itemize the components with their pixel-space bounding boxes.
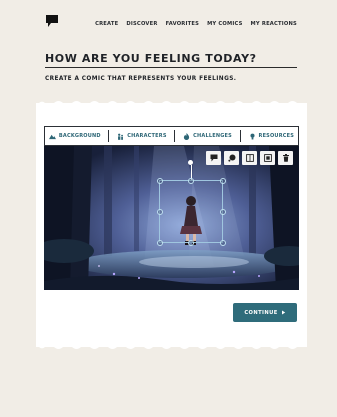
- layer-icon: [263, 154, 272, 162]
- resize-handle-w[interactable]: [156, 209, 163, 215]
- tab-resources[interactable]: RESOURCES: [249, 133, 295, 140]
- resize-handle-ne[interactable]: [219, 177, 226, 184]
- page-subtitle: CREATE A COMIC THAT REPRESENTS YOUR FEEL…: [45, 76, 237, 82]
- mountain-icon: [48, 134, 56, 139]
- title-divider: [45, 67, 297, 69]
- continue-label: CONTINUE: [244, 309, 278, 316]
- tab-challenges[interactable]: CHALLENGES: [183, 132, 232, 140]
- nav-links: CREATE DISCOVER FAVORITES MY COMICS MY R…: [95, 21, 297, 27]
- page-title: HOW ARE YOU FEELING TODAY?: [45, 52, 257, 65]
- layer-tool-button[interactable]: [260, 151, 275, 165]
- characters-icon: [118, 133, 124, 140]
- resize-handle-se[interactable]: [219, 239, 226, 246]
- flip-tool-button[interactable]: [242, 151, 257, 165]
- resize-handle-nw[interactable]: [156, 177, 163, 184]
- tab-divider: [174, 130, 176, 142]
- tab-label: BACKGROUND: [58, 133, 101, 139]
- fire-icon: [184, 132, 190, 140]
- nav-link-create[interactable]: CREATE: [95, 21, 118, 27]
- resize-handle-n[interactable]: [188, 177, 194, 184]
- tab-label: RESOURCES: [258, 133, 295, 139]
- thought-bubble-icon: [227, 154, 235, 162]
- editor-tabs: BACKGROUND CHARACTERS CHALLENGES RESOURC…: [44, 126, 299, 146]
- speech-bubble-tool-button[interactable]: [206, 151, 221, 165]
- character-selection-box[interactable]: [156, 177, 226, 246]
- trash-icon: [282, 154, 289, 162]
- nav-link-favorites[interactable]: FAVORITES: [166, 21, 200, 27]
- nav-link-discover[interactable]: DISCOVER: [126, 21, 157, 27]
- canvas-toolbar: [206, 151, 293, 165]
- tab-label: CHARACTERS: [127, 133, 167, 139]
- resize-handle-sw[interactable]: [156, 239, 163, 246]
- card-wave-bottom: [36, 343, 307, 349]
- nav-link-my-reactions[interactable]: MY REACTIONS: [251, 21, 297, 27]
- nav-link-my-comics[interactable]: MY COMICS: [207, 21, 242, 27]
- lightbulb-icon: [250, 133, 255, 139]
- speech-bubble-icon: [210, 154, 217, 162]
- continue-button[interactable]: CONTINUE: [233, 303, 297, 322]
- tab-background[interactable]: BACKGROUND: [48, 133, 101, 140]
- resize-handle-s[interactable]: [188, 239, 194, 246]
- tab-divider: [239, 130, 241, 142]
- resize-handle-e[interactable]: [219, 209, 226, 215]
- speech-bubble-icon[interactable]: [45, 14, 59, 28]
- play-arrow-icon: [281, 310, 285, 315]
- tab-characters[interactable]: CHARACTERS: [117, 133, 166, 140]
- rotate-handle[interactable]: [188, 160, 193, 165]
- thought-bubble-tool-button[interactable]: [224, 151, 239, 165]
- tab-divider: [108, 130, 110, 142]
- flip-icon: [245, 154, 254, 162]
- top-nav: CREATE DISCOVER FAVORITES MY COMICS MY R…: [0, 0, 337, 46]
- tab-label: CHALLENGES: [193, 133, 232, 139]
- delete-tool-button[interactable]: [278, 151, 293, 165]
